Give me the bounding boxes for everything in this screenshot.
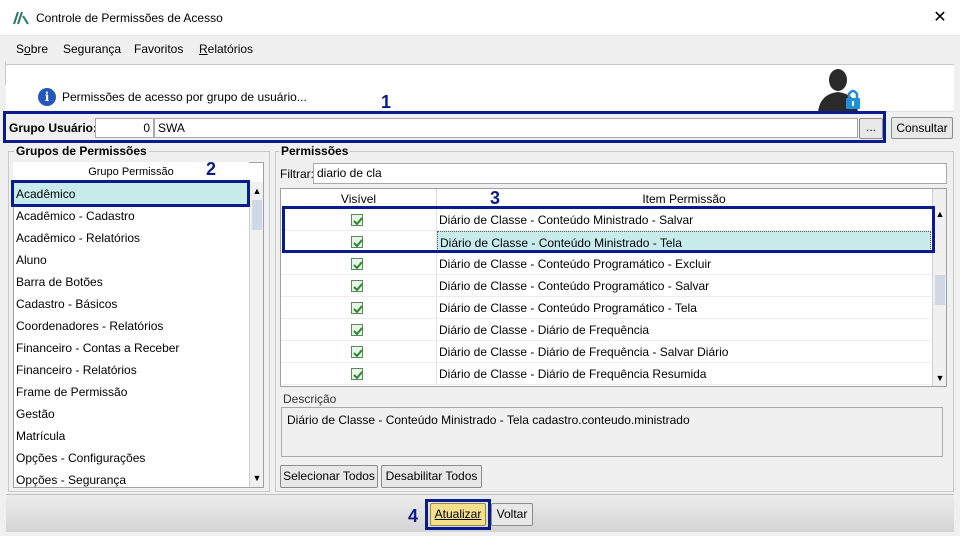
item-permissao-cell: Diário de Classe - Diário de Frequência [437, 319, 931, 341]
scroll-down-icon[interactable]: ▼ [250, 471, 264, 485]
annotation-4: 4 [408, 506, 419, 526]
list-item-label: Acadêmico - Relatórios [16, 231, 141, 245]
list-item-label: Opções - Configurações [16, 451, 146, 465]
list-item[interactable]: Acadêmico - Cadastro [14, 205, 248, 227]
grupos-permissoes-title: Grupos de Permissões [14, 144, 149, 158]
grupo-usuario-label: Grupo Usuário: [9, 121, 98, 135]
menu-seguranca[interactable]: Segurança [63, 42, 121, 56]
item-permissao-cell: Diário de Classe - Conteúdo Programático… [437, 253, 931, 275]
list-item-label: Cadastro - Básicos [16, 297, 118, 311]
annotation-1: 1 [381, 92, 392, 112]
list-item[interactable]: Matrícula [14, 425, 248, 447]
list-item[interactable]: Acadêmico - Relatórios [14, 227, 248, 249]
item-permissao-cell: Diário de Classe - Conteúdo Programático… [437, 275, 931, 297]
grupo-usuario-code-field[interactable]: 0 [95, 118, 154, 138]
table-row[interactable]: Diário de Classe - Conteúdo Programático… [281, 297, 931, 319]
grupos-scrollbar[interactable]: ▲ ▼ [249, 182, 263, 487]
grupo-usuario-name-field[interactable]: SWA [154, 118, 858, 138]
list-item-label: Coordenadores - Relatórios [16, 319, 164, 333]
list-item[interactable]: Coordenadores - Relatórios [14, 315, 248, 337]
check-icon [353, 283, 363, 292]
list-item-label: Opções - Segurança [16, 473, 127, 487]
table-row[interactable]: Diário de Classe - Conteúdo Programático… [281, 253, 931, 275]
list-item-label: Matrícula [16, 429, 66, 443]
list-item-label: Acadêmico - Cadastro [16, 209, 135, 223]
visible-checkbox[interactable] [351, 324, 363, 336]
scroll-down-icon[interactable]: ▼ [933, 371, 947, 385]
user-lock-icon [818, 69, 860, 112]
list-item-label: Frame de Permissão [16, 385, 128, 399]
list-item[interactable]: Gestão [14, 403, 248, 425]
menu-bar: Sobre Segurança Favoritos Relatórios [0, 37, 960, 61]
check-icon [353, 327, 363, 336]
list-item-label: Aluno [16, 253, 47, 267]
app-logo-icon [13, 11, 29, 25]
scroll-thumb[interactable] [252, 200, 262, 230]
permissoes-title: Permissões [279, 144, 351, 158]
desabilitar-todos-button[interactable]: Desabilitar Todos [381, 465, 482, 488]
item-permissao-cell: Diário de Classe - Conteúdo Programático… [437, 297, 931, 319]
scroll-up-icon[interactable]: ▲ [250, 184, 264, 198]
window-title: Controle de Permissões de Acesso [36, 11, 223, 25]
consultar-button[interactable]: Consultar [891, 117, 953, 139]
visible-checkbox[interactable] [351, 368, 363, 380]
filtrar-input[interactable]: diario de cla [313, 163, 947, 184]
annotation-2: 2 [206, 159, 217, 179]
close-icon[interactable]: ✕ [926, 6, 954, 30]
list-item[interactable]: Cadastro - Básicos [14, 293, 248, 315]
table-row[interactable]: Diário de Classe - Diário de Frequência … [281, 363, 931, 385]
scroll-thumb[interactable] [935, 275, 945, 305]
list-item-label: Gestão [16, 407, 55, 421]
descricao-label: Descrição [283, 392, 337, 406]
list-item-label: Barra de Botões [16, 275, 103, 289]
check-icon [353, 261, 363, 270]
annotation-box-3 [282, 206, 935, 253]
list-item[interactable]: Opções - Configurações [14, 447, 248, 469]
lookup-button[interactable]: ... [859, 118, 883, 139]
annotation-box-4 [425, 499, 491, 530]
list-item[interactable]: Frame de Permissão [14, 381, 248, 403]
selecionar-todos-button[interactable]: Selecionar Todos [280, 465, 378, 488]
list-item-label: Financeiro - Relatórios [16, 363, 137, 377]
table-row[interactable]: Diário de Classe - Diário de Frequência … [281, 341, 931, 363]
check-icon [353, 349, 363, 358]
list-item[interactable]: Opções - Segurança [14, 469, 248, 487]
table-row[interactable]: Diário de Classe - Diário de Frequência [281, 319, 931, 341]
descricao-text: Diário de Classe - Conteúdo Ministrado -… [281, 407, 943, 457]
check-icon [353, 371, 363, 380]
menu-sobre[interactable]: Sobre [16, 42, 48, 56]
list-item[interactable]: Aluno [14, 249, 248, 271]
check-icon [353, 305, 363, 314]
list-item[interactable]: Barra de Botões [14, 271, 248, 293]
info-icon: i [38, 88, 56, 106]
menu-relatorios[interactable]: Relatórios [199, 42, 253, 56]
scroll-up-icon[interactable]: ▲ [933, 207, 947, 221]
visible-checkbox[interactable] [351, 346, 363, 358]
filtrar-label: Filtrar: [280, 167, 314, 181]
header-text: Permissões de acesso por grupo de usuári… [62, 90, 307, 104]
list-item[interactable]: Financeiro - Relatórios [14, 359, 248, 381]
visible-checkbox[interactable] [351, 258, 363, 270]
item-permissao-cell: Diário de Classe - Diário de Frequência … [437, 341, 931, 363]
voltar-button[interactable]: Voltar [491, 503, 533, 526]
table-row[interactable]: Diário de Classe - Conteúdo Programático… [281, 275, 931, 297]
list-item-label: Financeiro - Contas a Receber [16, 341, 180, 355]
annotation-box-2 [11, 180, 250, 207]
menu-favoritos[interactable]: Favoritos [134, 42, 183, 56]
visible-checkbox[interactable] [351, 280, 363, 292]
item-permissao-cell: Diário de Classe - Diário de Frequência … [437, 363, 931, 385]
list-item[interactable]: Financeiro - Contas a Receber [14, 337, 248, 359]
visible-checkbox[interactable] [351, 302, 363, 314]
